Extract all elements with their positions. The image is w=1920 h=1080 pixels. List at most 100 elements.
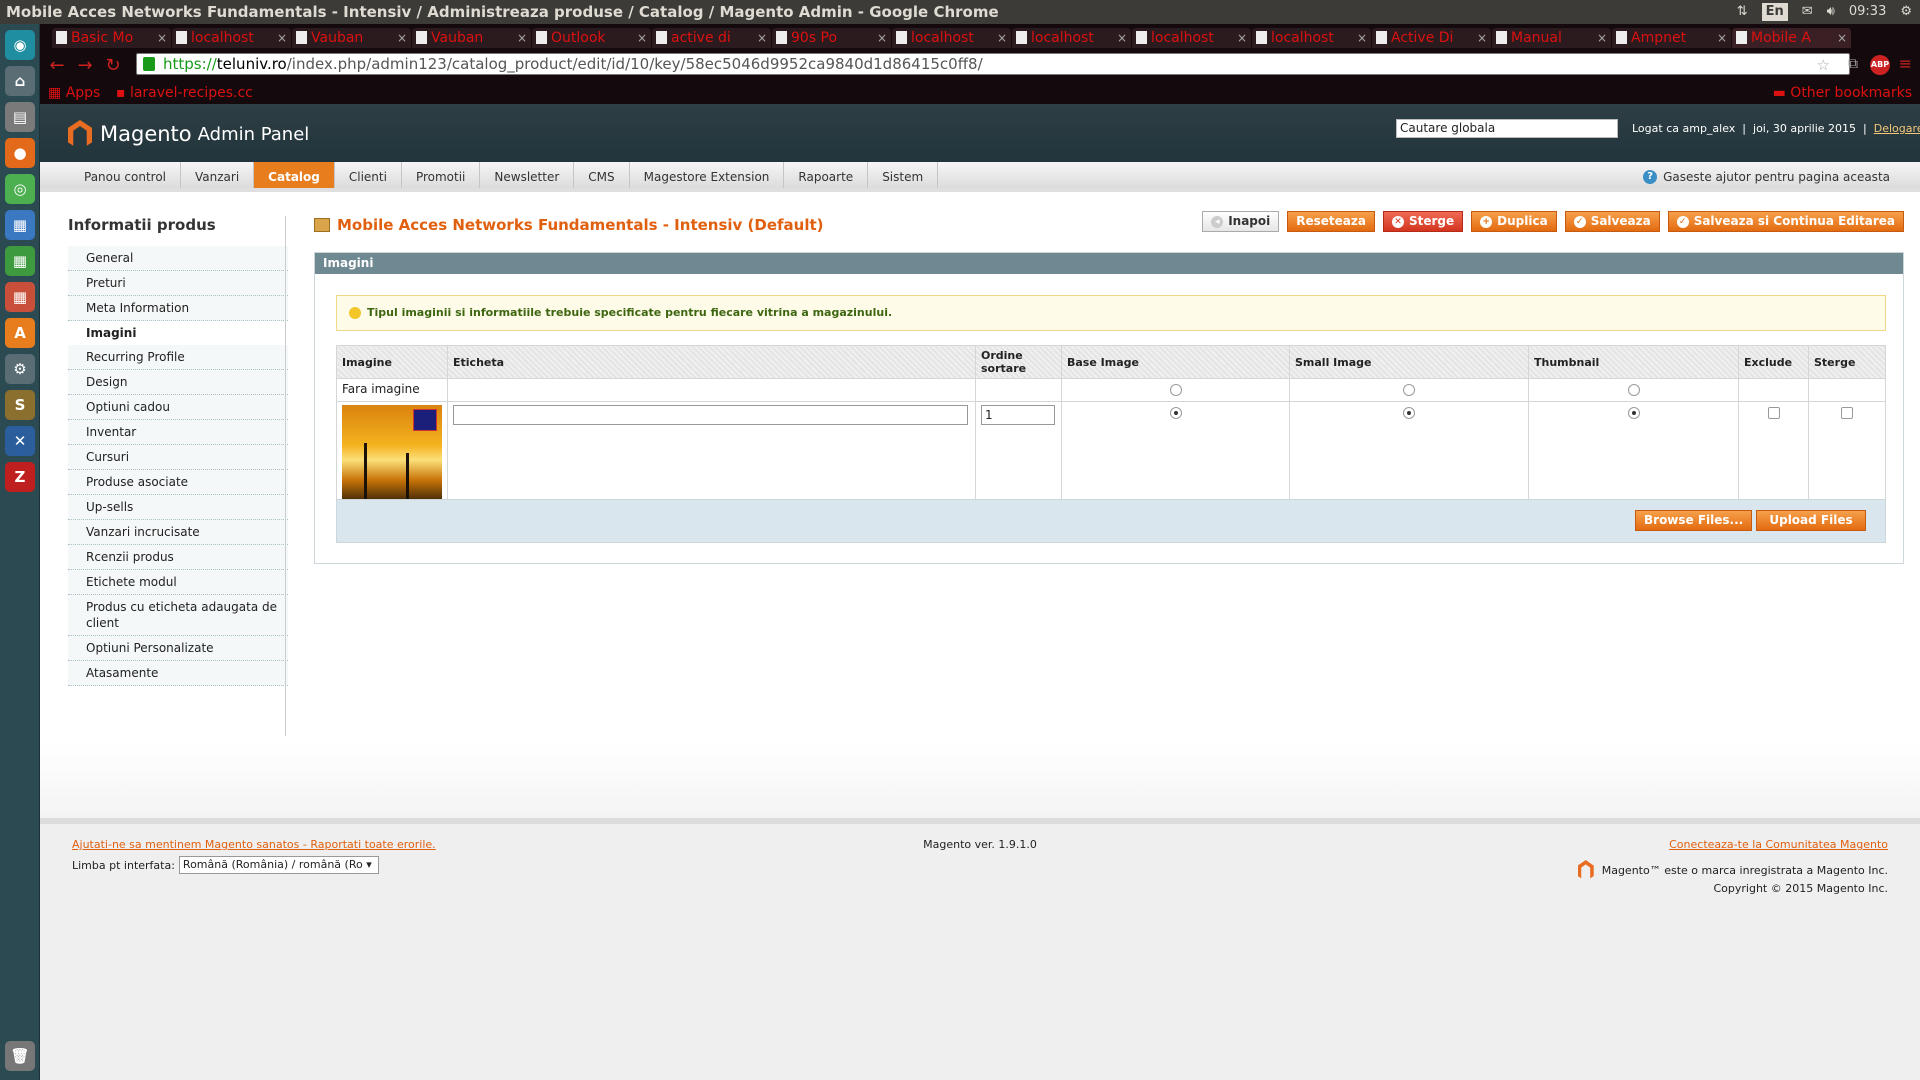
tab-close-icon[interactable]: × xyxy=(1477,28,1487,48)
delete-button[interactable]: ✕ Sterge xyxy=(1382,211,1464,232)
network-app-icon[interactable]: ⌂ xyxy=(5,66,35,96)
mail-icon[interactable]: ✉ xyxy=(1802,0,1813,24)
sidebar-item[interactable]: Meta Information xyxy=(68,296,288,321)
tab-close-icon[interactable]: × xyxy=(997,28,1007,48)
nav-item[interactable]: Rapoarte xyxy=(784,162,869,188)
apps-bookmark[interactable]: ▦ Apps xyxy=(48,82,100,104)
calc-icon[interactable]: ▦ xyxy=(5,246,35,276)
tab-close-icon[interactable]: × xyxy=(517,28,527,48)
tab-close-icon[interactable]: × xyxy=(877,28,887,48)
browser-tab[interactable]: Basic Mo × xyxy=(52,28,171,48)
save-continue-button[interactable]: ✓ Salveaza si Continua Editarea xyxy=(1667,211,1904,232)
browser-tab[interactable]: Vauban × xyxy=(292,28,411,48)
forward-arrow-icon[interactable]: → xyxy=(74,55,96,76)
firefox-icon[interactable]: ● xyxy=(5,138,35,168)
clock[interactable]: 09:33 xyxy=(1849,0,1886,24)
sidebar-item[interactable]: Vanzari incrucisate xyxy=(68,520,288,545)
exclude-checkbox[interactable] xyxy=(1767,407,1780,419)
app-icon[interactable]: ✕ xyxy=(5,426,35,456)
nav-item[interactable]: Panou control xyxy=(70,162,182,188)
sidebar-item[interactable]: Recurring Profile xyxy=(68,345,288,370)
gear-icon[interactable]: ⚙ xyxy=(1900,0,1912,24)
sidebar-item[interactable]: Design xyxy=(68,370,288,395)
sidebar-item[interactable]: Atasamente xyxy=(68,661,288,686)
upload-files-button[interactable]: Upload Files xyxy=(1756,510,1866,531)
chrome-icon[interactable]: ◎ xyxy=(5,174,35,204)
logout-link[interactable]: Delogare xyxy=(1874,122,1920,135)
browser-tab[interactable]: Manual × xyxy=(1492,28,1611,48)
sidebar-item[interactable]: Preturi xyxy=(68,271,288,296)
sidebar-item[interactable]: Imagini xyxy=(68,321,288,345)
base-none-radio[interactable] xyxy=(1169,384,1182,396)
browser-tab[interactable]: Vauban × xyxy=(412,28,531,48)
nav-item[interactable]: Catalog xyxy=(254,162,335,188)
url-field[interactable]: https://teluniv.ro/index.php/admin123/ca… xyxy=(136,53,1850,75)
settings-icon[interactable]: ⚙ xyxy=(5,354,35,384)
tab-close-icon[interactable]: × xyxy=(1837,28,1847,48)
tab-close-icon[interactable]: × xyxy=(397,28,407,48)
tab-close-icon[interactable]: × xyxy=(1117,28,1127,48)
browser-tab[interactable]: Mobile A × xyxy=(1732,28,1851,48)
tab-close-icon[interactable]: × xyxy=(157,28,167,48)
locale-select[interactable]: Română (România) / română (Ro ▾ xyxy=(178,856,379,874)
reset-button[interactable]: Reseteaza xyxy=(1287,211,1375,232)
sidebar-item[interactable]: Up-sells xyxy=(68,495,288,520)
sidebar-item[interactable]: Optiuni Personalizate xyxy=(68,636,288,661)
sidebar-item[interactable]: General xyxy=(68,246,288,271)
nav-item[interactable]: CMS xyxy=(574,162,630,188)
nav-item[interactable]: Newsletter xyxy=(480,162,575,188)
thumbnail-none-radio[interactable] xyxy=(1627,384,1640,396)
sidebar-item[interactable]: Etichete modul xyxy=(68,570,288,595)
sublime-icon[interactable]: S xyxy=(5,390,35,420)
volume-icon[interactable]: 🔊︎ xyxy=(1827,0,1835,24)
sidebar-item[interactable]: Cursuri xyxy=(68,445,288,470)
network-icon[interactable]: ⇅ xyxy=(1737,0,1748,24)
impress-icon[interactable]: ▦ xyxy=(5,282,35,312)
nav-item[interactable]: Clienti xyxy=(335,162,402,188)
translate-icon[interactable]: ⧉ xyxy=(1848,56,1858,72)
browser-tab[interactable]: Active Di × xyxy=(1372,28,1491,48)
dash-icon[interactable]: ◉ xyxy=(5,30,35,60)
filezilla-icon[interactable]: Z xyxy=(5,462,35,492)
nav-item[interactable]: Magestore Extension xyxy=(630,162,785,188)
delete-checkbox[interactable] xyxy=(1841,407,1853,419)
browser-tab[interactable]: active di × xyxy=(652,28,771,48)
duplicate-button[interactable]: + Duplica xyxy=(1471,211,1557,232)
nav-item[interactable]: Sistem xyxy=(868,162,939,188)
browser-tab[interactable]: localhost × xyxy=(1132,28,1251,48)
browser-tab[interactable]: localhost × xyxy=(172,28,291,48)
sidebar-item[interactable]: Inventar xyxy=(68,420,288,445)
browser-tab[interactable]: localhost × xyxy=(1252,28,1371,48)
tab-close-icon[interactable]: × xyxy=(1357,28,1367,48)
bookmark-laravel[interactable]: ▪ laravel-recipes.cc xyxy=(116,82,253,104)
other-bookmarks[interactable]: ▬ Other bookmarks xyxy=(1773,82,1912,104)
browser-tab[interactable]: localhost × xyxy=(892,28,1011,48)
reload-icon[interactable]: ↻ xyxy=(102,55,124,76)
keyboard-layout[interactable]: En xyxy=(1761,3,1788,21)
tab-close-icon[interactable]: × xyxy=(637,28,647,48)
browser-tab[interactable]: localhost × xyxy=(1012,28,1131,48)
tab-close-icon[interactable]: × xyxy=(1237,28,1247,48)
thumbnail-radio[interactable] xyxy=(1627,407,1640,419)
small-image-radio[interactable] xyxy=(1403,407,1415,419)
sidebar-item[interactable]: Produse asociate xyxy=(68,470,288,495)
software-center-icon[interactable]: A xyxy=(5,318,35,348)
tab-close-icon[interactable]: × xyxy=(757,28,767,48)
save-button[interactable]: ✓ Salveaza xyxy=(1564,211,1660,232)
community-link[interactable]: Conecteaza-te la Comunitatea Magento xyxy=(1669,838,1888,851)
adblock-icon[interactable]: ABP xyxy=(1870,55,1890,75)
tab-close-icon[interactable]: × xyxy=(277,28,287,48)
sort-order-input[interactable]: 1 xyxy=(981,405,1055,425)
nav-item[interactable]: Promotii xyxy=(402,162,481,188)
browser-tab[interactable]: Ampnet × xyxy=(1612,28,1731,48)
browser-tab[interactable]: Outlook × xyxy=(532,28,651,48)
magento-logo[interactable]: Magento Admin Panel xyxy=(68,120,309,148)
tab-close-icon[interactable]: × xyxy=(1717,28,1727,48)
nav-item[interactable]: Vanzari xyxy=(181,162,255,188)
files-icon[interactable]: ▤ xyxy=(5,102,35,132)
small-none-radio[interactable] xyxy=(1403,384,1415,396)
back-arrow-icon[interactable]: ← xyxy=(46,55,68,76)
trash-icon[interactable]: 🗑︎ xyxy=(5,1041,35,1071)
star-icon[interactable]: ☆ xyxy=(1817,56,1830,74)
base-image-radio[interactable] xyxy=(1169,407,1182,419)
